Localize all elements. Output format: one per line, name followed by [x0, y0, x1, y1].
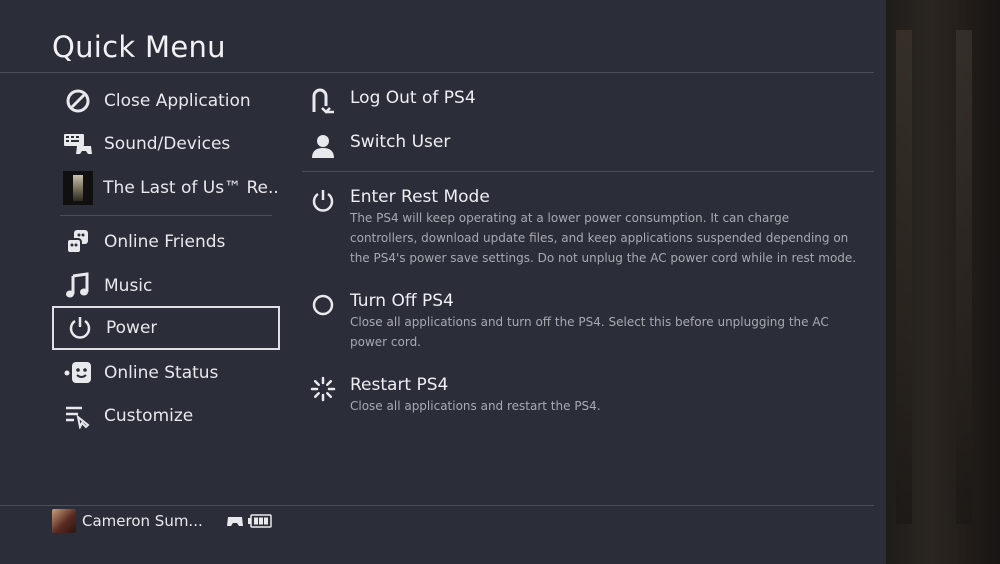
power-icon: [308, 186, 338, 216]
switch-user-option[interactable]: Switch User: [308, 131, 450, 161]
menu-item-online-friends[interactable]: Online Friends: [52, 220, 280, 264]
controller-icon: [226, 515, 244, 527]
option-description: Close all applications and turn off the …: [350, 315, 829, 349]
quick-menu-panel: Quick Menu Close Application Sound/Devic…: [0, 0, 886, 564]
menu-item-power[interactable]: Power: [52, 306, 280, 350]
turn-off-option[interactable]: Turn Off PS4 Close all applications and …: [308, 290, 870, 352]
option-description: Close all applications and restart the P…: [350, 399, 601, 413]
user-name: Cameron Sum...: [82, 512, 202, 530]
option-label: Log Out of PS4: [350, 88, 476, 108]
battery-icon: [248, 514, 272, 528]
menu-item-label: The Last of Us™ Re...: [103, 178, 280, 198]
menu-item-label: Customize: [104, 406, 194, 426]
keyboard-controller-icon: [60, 129, 96, 159]
restart-option[interactable]: Restart PS4 Close all applications and r…: [308, 374, 870, 416]
option-label: Turn Off PS4: [350, 291, 454, 311]
option-label: Switch User: [350, 132, 451, 152]
game-thumbnail: [60, 171, 95, 205]
menu-item-label: Music: [104, 276, 153, 296]
power-icon: [62, 313, 98, 343]
avatar: [52, 509, 76, 533]
background-post: [896, 30, 912, 524]
user-footer: Cameron Sum...: [52, 508, 272, 534]
menu-item-label: Power: [106, 318, 158, 338]
menu-divider: [60, 215, 272, 216]
header-divider: [0, 72, 874, 73]
customize-icon: [60, 401, 96, 431]
background-post: [956, 30, 972, 524]
footer-divider: [0, 505, 874, 506]
user-icon: [308, 131, 338, 161]
page-title: Quick Menu: [52, 30, 226, 64]
menu-item-label: Online Status: [104, 363, 219, 383]
restart-spinner-icon: [308, 374, 338, 404]
music-note-icon: [60, 271, 96, 301]
menu-item-label: Online Friends: [104, 232, 226, 252]
circle-icon: [308, 290, 338, 320]
online-status-icon: [60, 358, 96, 388]
close-application-icon: [60, 86, 96, 116]
option-label: Restart PS4: [350, 375, 449, 395]
friends-icon: [60, 227, 96, 257]
menu-item-music[interactable]: Music: [52, 264, 280, 308]
options-divider: [302, 171, 874, 172]
background-game-scene: [886, 0, 1000, 564]
option-description: The PS4 will keep operating at a lower p…: [350, 211, 857, 265]
menu-item-label: Sound/Devices: [104, 134, 231, 154]
menu-item-label: Close Application: [104, 91, 251, 111]
rest-mode-option[interactable]: Enter Rest Mode The PS4 will keep operat…: [308, 186, 870, 268]
menu-item-customize[interactable]: Customize: [52, 394, 280, 438]
logout-icon: [308, 87, 338, 117]
menu-item-sound-devices[interactable]: Sound/Devices: [52, 122, 280, 166]
option-label: Enter Rest Mode: [350, 187, 490, 207]
menu-item-close-application[interactable]: Close Application: [52, 79, 280, 123]
menu-item-game[interactable]: The Last of Us™ Re...: [52, 166, 280, 210]
logout-option[interactable]: Log Out of PS4: [308, 87, 476, 117]
menu-item-online-status[interactable]: Online Status: [52, 351, 280, 395]
